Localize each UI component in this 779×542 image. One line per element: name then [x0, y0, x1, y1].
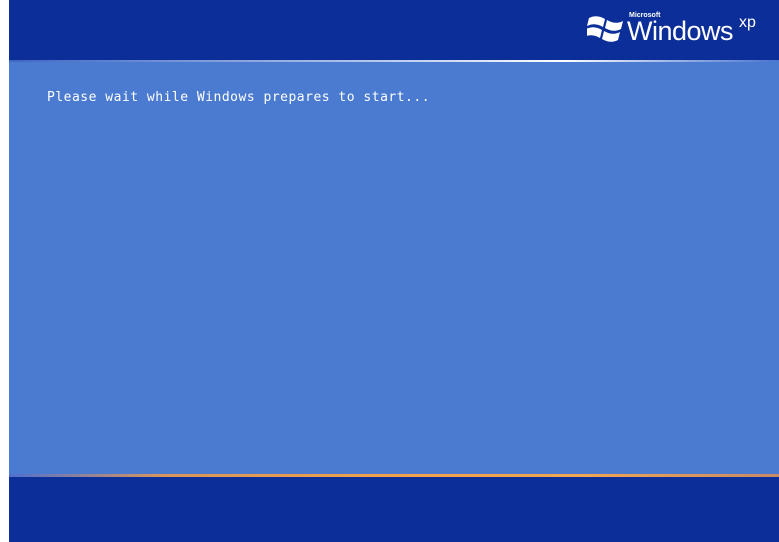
windows-flag-icon [587, 16, 623, 42]
main-panel [9, 62, 779, 474]
logo-product-text: Windows [627, 16, 734, 46]
top-band: Microsoft Windows xp [9, 0, 779, 60]
logo-edition-text: xp [739, 14, 756, 31]
status-message: Please wait while Windows prepares to st… [47, 90, 431, 105]
boot-screen: Microsoft Windows xp Please wait while W… [9, 0, 779, 542]
bottom-band [9, 477, 779, 542]
windows-logo: Microsoft Windows xp [587, 10, 777, 50]
